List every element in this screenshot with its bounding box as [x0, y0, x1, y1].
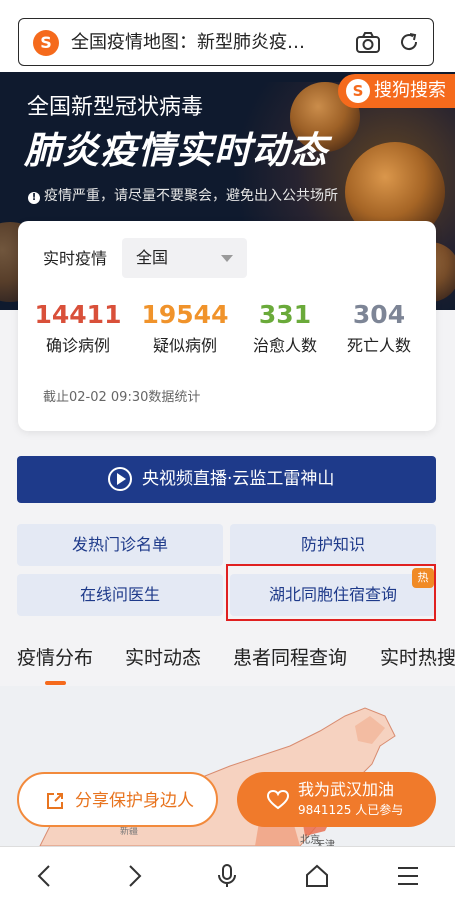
- stat-value: 14411: [34, 300, 122, 329]
- protection-knowledge-button[interactable]: 防护知识: [230, 524, 436, 566]
- microphone-icon[interactable]: [214, 863, 240, 889]
- stat-label: 死亡人数: [346, 336, 411, 355]
- chevron-down-icon: [221, 255, 233, 262]
- stat-cured: 331 治愈人数: [235, 299, 335, 357]
- camera-icon[interactable]: [355, 31, 381, 55]
- share-icon: [47, 793, 63, 809]
- live-stream-button[interactable]: 央视频直播·云监工雷神山: [17, 456, 436, 503]
- home-icon[interactable]: [304, 863, 330, 889]
- tab-realtime[interactable]: 实时动态: [125, 645, 201, 671]
- stat-deaths: 304 死亡人数: [329, 299, 429, 357]
- stat-suspected: 19544 疑似病例: [135, 299, 235, 357]
- reload-icon[interactable]: [397, 30, 421, 54]
- online-doctor-button[interactable]: 在线问医生: [17, 574, 223, 616]
- cheer-wuhan-button[interactable]: 我为武汉加油 9841125 人已参与: [237, 772, 436, 827]
- banner-subtitle: 全国新型冠状病毒: [27, 95, 204, 120]
- stat-value: 304: [352, 300, 406, 329]
- data-timestamp: 截止02-02 09:30数据统计: [43, 390, 201, 405]
- fever-clinics-button[interactable]: 发热门诊名单: [17, 524, 223, 566]
- active-tab-indicator: [45, 681, 66, 685]
- stat-label: 治愈人数: [252, 336, 317, 355]
- warning-icon: !: [28, 192, 40, 204]
- heart-icon: [267, 790, 289, 810]
- back-icon[interactable]: [32, 863, 58, 889]
- sogou-logo-icon: S: [33, 30, 59, 56]
- realtime-label: 实时疫情: [43, 249, 108, 268]
- section-tabs: 疫情分布 实时动态 患者同程查询 实时热搜: [0, 640, 455, 686]
- live-stream-label: 央视频直播·云监工雷神山: [142, 469, 335, 489]
- sogou-search-link[interactable]: S 搜狗搜索: [338, 74, 455, 108]
- sogou-brand-label: 搜狗搜索: [374, 80, 446, 101]
- browser-top-bar: S 全国疫情地图：新型肺炎疫…: [0, 0, 455, 72]
- stat-confirmed: 14411 确诊病例: [28, 299, 128, 357]
- map-city-label: 天津: [315, 840, 335, 846]
- region-select[interactable]: 全国: [122, 238, 247, 278]
- menu-icon[interactable]: [395, 863, 421, 889]
- stat-value: 19544: [141, 300, 229, 329]
- page-title-in-address-bar[interactable]: 全国疫情地图：新型肺炎疫…: [71, 31, 351, 55]
- sogou-logo-icon: S: [346, 79, 370, 103]
- tab-patient-trip[interactable]: 患者同程查询: [233, 645, 347, 671]
- stat-value: 331: [258, 300, 312, 329]
- browser-bottom-nav: [0, 846, 455, 904]
- stat-label: 确诊病例: [45, 336, 110, 355]
- banner-notice: ! 疫情严重，请尽量不要聚会，避免出入公共场所: [28, 186, 338, 206]
- banner-title: 肺炎疫情实时动态: [24, 129, 328, 172]
- cheer-participants: 9841125 人已参与: [298, 803, 404, 817]
- highlight-frame: [226, 564, 436, 621]
- tab-hot-search[interactable]: 实时热搜: [380, 645, 455, 671]
- tab-distribution[interactable]: 疫情分布: [17, 645, 93, 671]
- notice-text: 疫情严重，请尽量不要聚会，避免出入公共场所: [44, 188, 338, 204]
- region-select-value: 全国: [136, 248, 169, 267]
- forward-icon[interactable]: [121, 863, 147, 889]
- stat-label: 疑似病例: [152, 336, 217, 355]
- share-label: 分享保护身边人: [75, 791, 194, 811]
- realtime-stats-card: 实时疫情 全国 14411 确诊病例 19544 疑似病例 331 治愈人数 3…: [18, 221, 436, 431]
- cheer-label: 我为武汉加油: [298, 780, 395, 799]
- share-button[interactable]: 分享保护身边人: [17, 772, 218, 827]
- play-icon: [108, 467, 132, 491]
- address-bar[interactable]: S 全国疫情地图：新型肺炎疫…: [18, 18, 434, 66]
